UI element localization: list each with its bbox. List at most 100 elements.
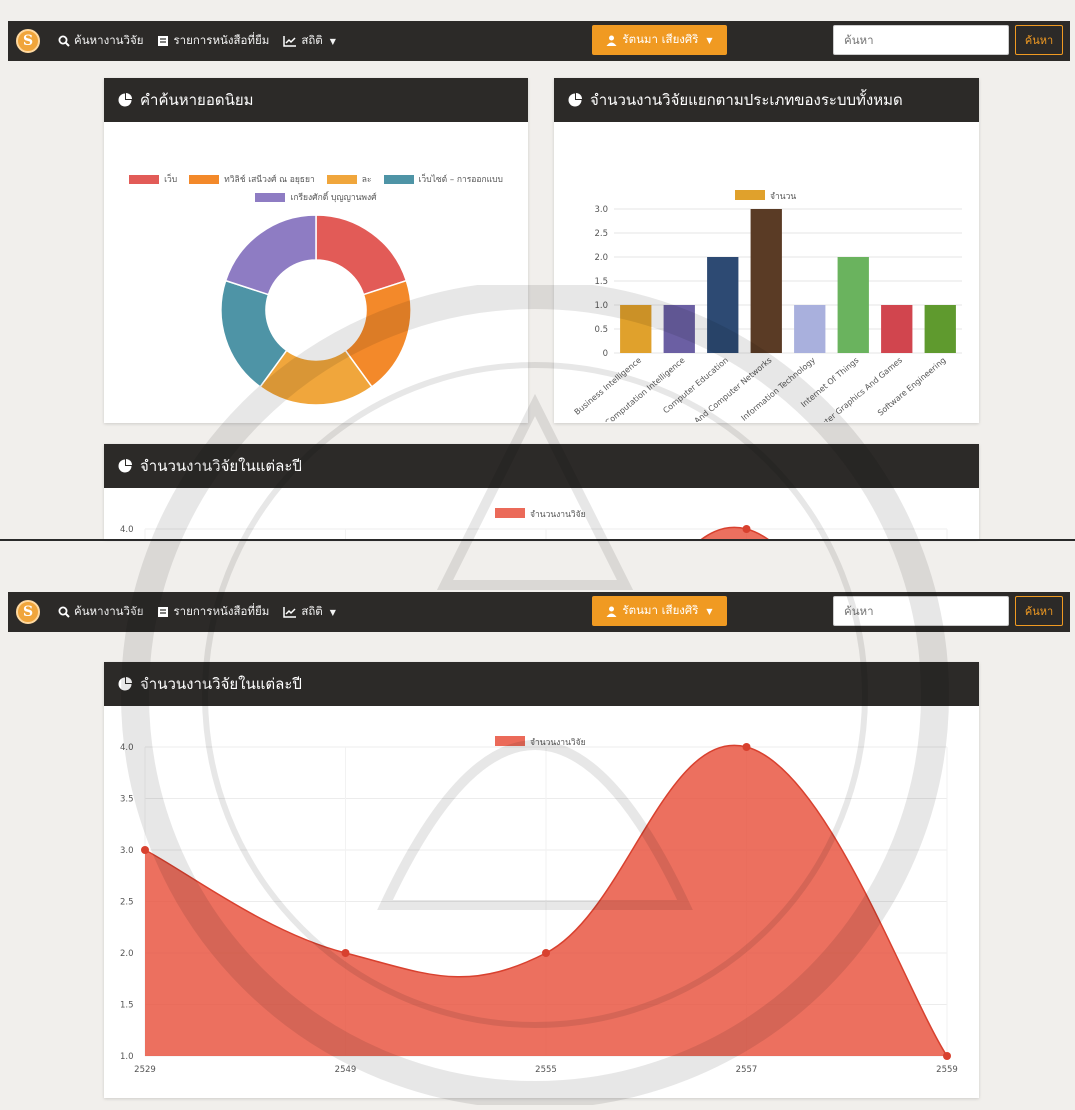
chevron-down-icon: ▼ (706, 606, 713, 616)
logo[interactable]: S (16, 29, 40, 53)
legend-swatch (495, 736, 525, 746)
bar (881, 305, 913, 353)
bar (924, 305, 956, 353)
panel-header: จำนวนงานวิจัยแยกตามประเภทของระบบทั้งหมด (554, 78, 979, 122)
panel-header: จำนวนงานวิจัยในแต่ละปี (104, 662, 979, 706)
pie-chart-icon (118, 677, 132, 691)
nav-borrowed-books[interactable]: รายการหนังสือที่ยืม (157, 603, 269, 621)
user-icon (606, 606, 617, 617)
data-point (141, 846, 149, 854)
y-tick-label: 2.5 (594, 229, 608, 239)
y-tick-label: 3.5 (120, 795, 134, 805)
x-tick-label: 2529 (134, 1065, 156, 1075)
doughnut-chart (220, 214, 412, 406)
search-icon (58, 606, 70, 618)
panel-title: จำนวนงานวิจัยในแต่ละปี (140, 675, 302, 693)
research-per-year-panel-top: จำนวนงานวิจัยในแต่ละปี จำนวนงานวิจัย1.01… (104, 444, 979, 539)
y-tick-label: 4.0 (120, 743, 134, 753)
legend-label: เกรียงศักดิ์ บุญญานพงศ์ (290, 193, 377, 203)
chart-line-icon (283, 607, 297, 618)
nav-search-research[interactable]: ค้นหางานวิจัย (58, 32, 143, 50)
nav-borrowed-books[interactable]: รายการหนังสือที่ยืม (157, 32, 269, 50)
legend-swatch (735, 190, 765, 200)
legend-item[interactable]: ละ (326, 172, 372, 186)
x-tick-label: Computation Intelligence (603, 356, 686, 422)
screenshot-divider (0, 539, 1075, 541)
x-tick-label: 2557 (736, 1065, 758, 1075)
data-point (742, 525, 751, 533)
legend-swatch (255, 192, 286, 202)
x-tick-label: 2555 (535, 1065, 557, 1075)
research-by-type-panel: จำนวนงานวิจัยแยกตามประเภทของระบบทั้งหมด … (554, 78, 979, 423)
chevron-down-icon: ▼ (706, 35, 713, 45)
chevron-down-icon: ▼ (329, 36, 336, 46)
legend-swatch (495, 508, 525, 518)
data-point (542, 949, 550, 957)
pie-chart-icon (118, 459, 132, 473)
area-chart: จำนวนงานวิจัย1.01.52.02.53.03.54.02529 25… (120, 736, 958, 1075)
doughnut-slice (315, 214, 408, 296)
legend-label: ละ (361, 175, 372, 185)
nav-search-research[interactable]: ค้นหางานวิจัย (58, 603, 143, 621)
logo[interactable]: S (16, 600, 40, 624)
chart-line-icon (283, 36, 297, 47)
book-icon (158, 607, 169, 617)
legend-label: จำนวนงานวิจัย (530, 510, 586, 520)
y-tick-label: 1.5 (120, 1001, 134, 1011)
y-tick-label: 3.0 (594, 205, 608, 215)
panel-title: จำนวนงานวิจัยแยกตามประเภทของระบบทั้งหมด (590, 91, 903, 109)
popular-searches-panel: คำค้นหายอดนิยม เว็บ ทวิลิช์ เสนีวงศ์ ณ อย… (104, 78, 528, 423)
y-tick-label: 1.0 (594, 301, 608, 311)
search-icon (58, 35, 70, 47)
bar (663, 305, 695, 353)
bar (750, 209, 782, 353)
panel-title: คำค้นหายอดนิยม (140, 91, 254, 109)
area-chart-preview: จำนวนงานวิจัย1.01.52.02.53.03.54.0252925… (120, 508, 948, 539)
legend-item[interactable]: ทวิลิช์ เสนีวงศ์ ณ อยุธยา (189, 172, 315, 186)
search-button[interactable]: ค้นหา (1015, 25, 1063, 55)
pie-chart-icon (568, 93, 582, 107)
panel-header: คำค้นหายอดนิยม (104, 78, 528, 122)
search-button[interactable]: ค้นหา (1015, 596, 1063, 626)
navbar: S ค้นหางานวิจัย รายการหนังสือที่ยืม สถิต… (8, 21, 1070, 61)
legend-swatch (326, 174, 357, 184)
user-menu-button[interactable]: รัตนมา เสียงศิริ ▼ (592, 25, 727, 55)
legend-label: เว็บ (164, 175, 178, 185)
navbar: S ค้นหางานวิจัย รายการหนังสือที่ยืม สถิต… (8, 592, 1070, 632)
x-tick-label: Information Technology (739, 355, 817, 422)
bar (837, 257, 869, 353)
legend-label: เว็บไซต์ – การออกแบบ (418, 175, 503, 185)
legend-item[interactable]: เกรียงศักดิ์ บุญญานพงศ์ (255, 190, 377, 204)
x-tick-label: 2549 (335, 1065, 357, 1075)
chart-legend: เว็บ ทวิลิช์ เสนีวงศ์ ณ อยุธยา ละ เว็บไซต์ … (122, 172, 510, 204)
nav-statistics[interactable]: สถิติ ▼ (283, 32, 336, 50)
legend-label: ทวิลิช์ เสนีวงศ์ ณ อยุธยา (224, 175, 315, 185)
panel-title: จำนวนงานวิจัยในแต่ละปี (140, 457, 302, 475)
data-point (742, 743, 751, 751)
bar-chart: จำนวน00.51.01.52.02.53.0Business Intelli… (573, 190, 962, 422)
y-tick-label: 3.0 (120, 846, 134, 856)
user-icon (606, 35, 617, 46)
y-tick-label: 2.0 (594, 253, 608, 263)
data-point (341, 949, 350, 957)
nav-statistics[interactable]: สถิติ ▼ (283, 603, 336, 621)
doughnut-slice (224, 214, 317, 296)
user-menu-button[interactable]: รัตนมา เสียงศิริ ▼ (592, 596, 727, 626)
legend-item[interactable]: เว็บ (129, 172, 177, 186)
search-input[interactable] (833, 596, 1009, 626)
search-input[interactable] (833, 25, 1009, 55)
bar (707, 257, 739, 353)
chevron-down-icon: ▼ (329, 607, 336, 617)
bar (620, 305, 652, 353)
pie-chart-icon (118, 93, 132, 107)
legend-swatch (189, 174, 220, 184)
data-point (943, 1052, 951, 1060)
y-tick-label: 1.5 (594, 277, 608, 287)
bar (794, 305, 826, 353)
legend-item[interactable]: เว็บไซต์ – การออกแบบ (383, 172, 503, 186)
y-tick-label: 2.0 (120, 949, 134, 959)
legend-label: จำนวน (770, 192, 796, 202)
y-tick-label: 1.0 (120, 1052, 134, 1062)
y-tick-label: 2.5 (120, 898, 134, 908)
y-tick-label: 0 (603, 349, 608, 359)
